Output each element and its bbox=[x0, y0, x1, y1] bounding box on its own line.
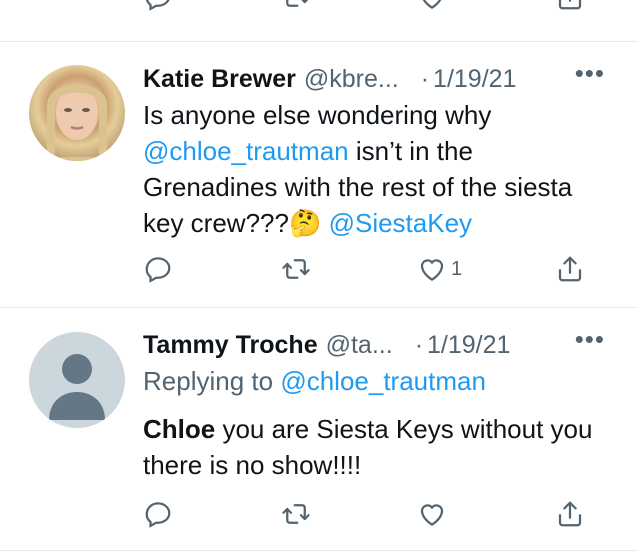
tweet-date[interactable]: 1/19/21 bbox=[433, 64, 516, 94]
author-name[interactable]: Tammy Troche bbox=[143, 330, 318, 360]
reply-icon bbox=[145, 502, 171, 528]
replying-to-label: Replying to bbox=[143, 366, 274, 396]
mention-link[interactable]: @SiestaKey bbox=[329, 208, 472, 238]
avatar[interactable] bbox=[29, 332, 125, 428]
more-options-icon[interactable]: ••• bbox=[575, 324, 605, 355]
tweet-text: Chloe you are Siesta Keys without you th… bbox=[143, 411, 613, 483]
heart-icon bbox=[420, 504, 444, 526]
separator-dot: · bbox=[420, 65, 430, 93]
reply-icon bbox=[145, 257, 171, 283]
retweet-icon bbox=[282, 504, 310, 524]
mention-link[interactable]: @chloe_trautman bbox=[143, 136, 349, 166]
like-button[interactable] bbox=[417, 0, 447, 12]
replying-to: Replying to @chloe_trautman bbox=[143, 363, 613, 399]
share-icon bbox=[558, 256, 582, 282]
thinking-face-emoji: 🤔 bbox=[288, 208, 322, 238]
text-bold-segment: Chloe bbox=[143, 414, 216, 444]
tweet-header: Katie Brewer @kbre... · 1/19/21 bbox=[143, 64, 613, 94]
share-button[interactable] bbox=[555, 254, 585, 284]
tweet-actions bbox=[143, 499, 593, 539]
like-button[interactable]: 1 bbox=[417, 254, 462, 284]
tweet-date[interactable]: 1/19/21 bbox=[427, 330, 510, 360]
separator-dot: · bbox=[414, 331, 424, 359]
share-button[interactable] bbox=[555, 499, 585, 529]
divider bbox=[0, 550, 637, 551]
like-count: 1 bbox=[451, 257, 463, 280]
heart-icon bbox=[420, 259, 444, 281]
author-name[interactable]: Katie Brewer bbox=[143, 64, 296, 94]
tweet-header: Tammy Troche @ta... · 1/19/21 bbox=[143, 330, 613, 360]
retweet-button[interactable] bbox=[281, 0, 311, 12]
heart-icon bbox=[422, 0, 442, 9]
author-handle[interactable]: @kbre... bbox=[304, 64, 399, 94]
text-segment: Is anyone else wondering why bbox=[143, 100, 492, 130]
reply-button[interactable] bbox=[143, 499, 173, 529]
like-button[interactable] bbox=[417, 499, 447, 529]
reply-icon bbox=[145, 0, 170, 11]
share-button[interactable] bbox=[555, 0, 585, 12]
retweet-button[interactable] bbox=[281, 499, 311, 529]
share-icon bbox=[558, 0, 582, 10]
reply-button[interactable] bbox=[143, 254, 177, 284]
reply-button[interactable] bbox=[143, 0, 173, 12]
tweet-text: Is anyone else wondering why @chloe_trau… bbox=[143, 97, 613, 241]
tweet-katie-brewer[interactable]: Katie Brewer @kbre... · 1/19/21 ••• Is a… bbox=[0, 42, 637, 307]
retweet-button[interactable] bbox=[281, 254, 315, 284]
previous-tweet-actions bbox=[143, 0, 593, 22]
default-avatar-icon bbox=[49, 354, 105, 420]
text-segment bbox=[321, 208, 328, 238]
share-icon bbox=[558, 501, 582, 527]
tweet-actions: 1 bbox=[143, 254, 593, 294]
mention-link[interactable]: @chloe_trautman bbox=[280, 366, 486, 396]
avatar[interactable] bbox=[29, 65, 125, 161]
retweet-icon bbox=[286, 0, 309, 7]
tweet-tammy-troche[interactable]: Tammy Troche @ta... · 1/19/21 ••• Replyi… bbox=[0, 308, 637, 552]
more-options-icon[interactable]: ••• bbox=[575, 58, 605, 89]
retweet-icon bbox=[282, 259, 310, 279]
author-handle[interactable]: @ta... bbox=[326, 330, 393, 360]
